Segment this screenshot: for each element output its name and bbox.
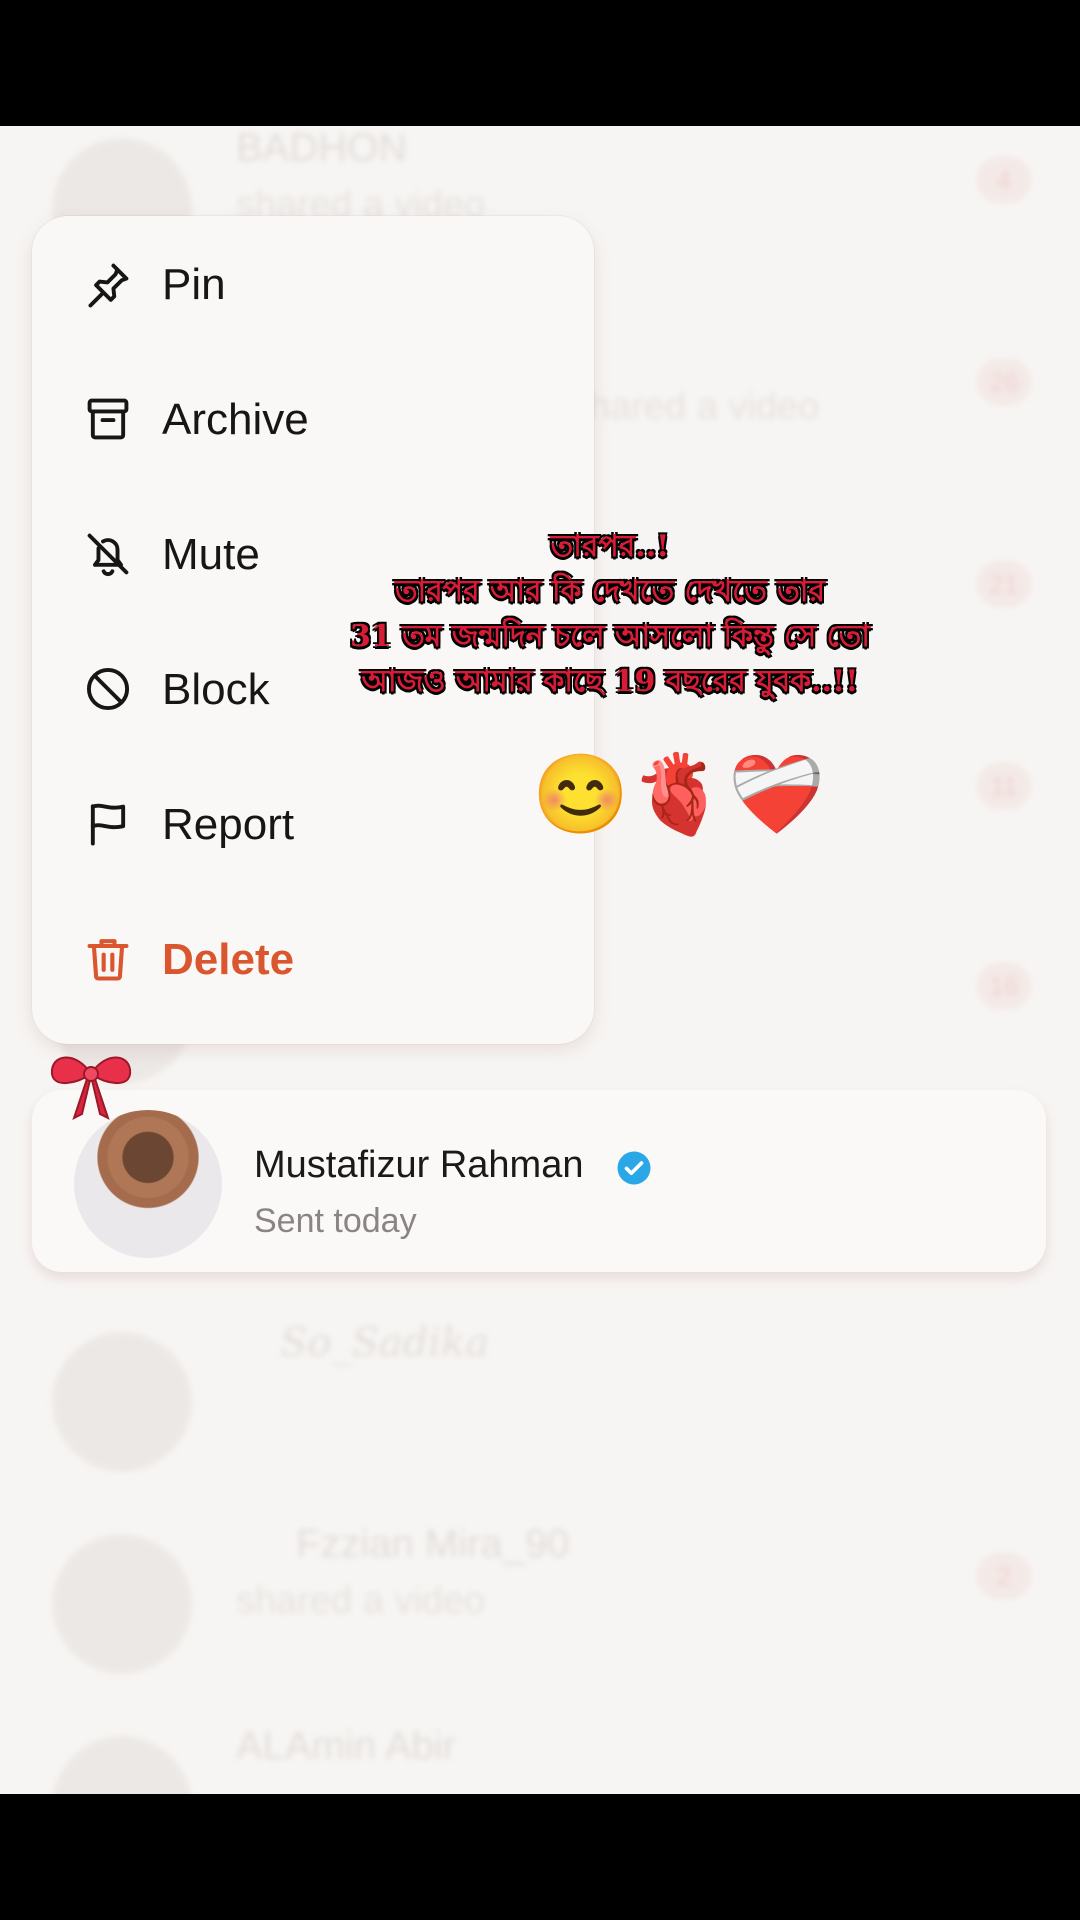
block-icon [86, 667, 130, 711]
menu-item-label: Archive [162, 395, 309, 444]
anatomical-heart-icon: 🫀 [630, 750, 728, 838]
mending-heart-icon: ❤️‍🩹 [728, 750, 826, 838]
avatar [74, 1110, 222, 1258]
caption-line: 31 তম জন্মদিন চলে আসলো কিন্তু সে তো [350, 619, 870, 654]
chat-subtitle: Sent today [254, 1202, 417, 1240]
verified-badge-icon [617, 1151, 651, 1185]
unread-badge: 21 [976, 560, 1032, 608]
menu-item-label: Block [162, 665, 270, 714]
avatar [52, 1736, 192, 1794]
menu-item-delete[interactable]: Delete [32, 891, 594, 1026]
bell-off-icon [87, 533, 129, 577]
bow-icon [50, 1056, 132, 1120]
list-item-name: So_Sadika [280, 1320, 490, 1366]
unread-badge: 4 [976, 156, 1032, 204]
chat-name: Mustafizur Rahman [254, 1144, 584, 1186]
unread-badge: 11 [976, 762, 1032, 810]
list-item[interactable]: ALAmin Abir [0, 1714, 1080, 1794]
unread-badge: 16 [976, 962, 1032, 1010]
archive-icon [87, 398, 129, 440]
overlay-emojis: 😊 🫀 ❤️‍🩹 [532, 746, 832, 846]
list-item-subtitle: shared a video [236, 1580, 486, 1622]
menu-item-label: Mute [162, 530, 260, 579]
caption-line: তারপর আর কি দেখতে দেখতে তার [395, 574, 825, 609]
overlay-caption: তারপর..! তারপর আর কি দেখতে দেখতে তার 31 … [300, 524, 920, 704]
menu-item-label: Delete [162, 935, 295, 984]
menu-item-label: Report [162, 800, 295, 849]
caption-line: আজও আমার কাছে 19 বছরের যুবক..!! [361, 664, 859, 699]
caption-line: তারপর..! [550, 529, 670, 564]
menu-item-report[interactable]: Report [32, 756, 594, 891]
menu-item-pin[interactable]: Pin [32, 216, 594, 351]
screen: BADHON shared a video 4 shared a video 2… [0, 126, 1080, 1794]
flag-icon [90, 803, 126, 846]
menu-item-label: Pin [162, 260, 226, 309]
pin-icon [88, 263, 129, 308]
trash-icon [87, 939, 129, 981]
avatar [52, 1534, 192, 1674]
unread-badge: 2 [976, 1552, 1032, 1600]
unread-badge: 26 [976, 358, 1032, 406]
avatar [52, 1332, 192, 1472]
menu-item-archive[interactable]: Archive [32, 351, 594, 486]
list-item-name: Fzzian Mira_90 [296, 1522, 570, 1566]
list-item[interactable]: So_Sadika [0, 1310, 1080, 1500]
list-item[interactable]: Fzzian Mira_90 shared a video 2 [0, 1512, 1080, 1702]
list-item-name: BADHON [236, 126, 408, 170]
selected-chat-card[interactable]: Mustafizur Rahman Sent today [32, 1090, 1046, 1272]
list-item-subtitle: shared a video [570, 386, 820, 428]
smiling-face-icon: 😊 [532, 750, 630, 838]
list-item-name: ALAmin Abir [236, 1724, 457, 1768]
